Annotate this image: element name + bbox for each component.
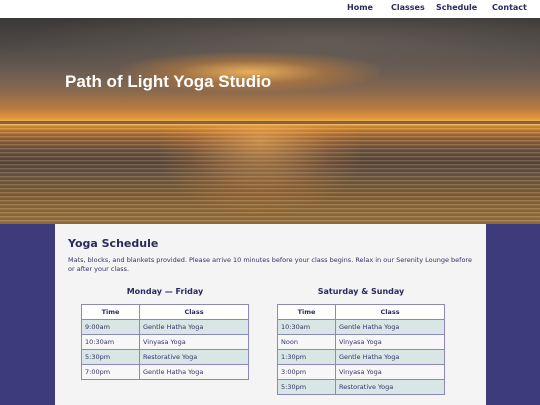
weekday-title: Monday — Friday	[126, 287, 204, 296]
weekday-schedule-table: Time Class 9:00am Gentle Hatha Yoga 10:3…	[81, 304, 249, 380]
top-nav: Home Classes Schedule Contact	[0, 0, 540, 18]
time-cell: 10:30am	[81, 334, 140, 350]
time-cell: 5:30pm	[277, 379, 336, 395]
class-cell: Gentle Hatha Yoga	[139, 319, 249, 335]
time-cell: 10:30am	[277, 319, 336, 335]
class-cell: Vinyasa Yoga	[139, 334, 249, 350]
table-row: 10:30am Gentle Hatha Yoga	[277, 319, 445, 335]
time-cell: 9:00am	[81, 319, 140, 335]
table-row: 7:00pm Gentle Hatha Yoga	[81, 364, 249, 380]
time-cell: 3:00pm	[277, 364, 336, 380]
nav-classes-link[interactable]: Classes	[391, 3, 425, 12]
nav-schedule-link[interactable]: Schedule	[436, 3, 477, 12]
col-time-header: Time	[277, 304, 336, 320]
intro-text: Mats, blocks, and blankets provided. Ple…	[68, 256, 472, 273]
weekend-schedule-table: Time Class 10:30am Gentle Hatha Yoga Noo…	[277, 304, 445, 395]
time-cell: 7:00pm	[81, 364, 140, 380]
table-row: 1:30pm Gentle Hatha Yoga	[277, 349, 445, 365]
table-row: 3:00pm Vinyasa Yoga	[277, 364, 445, 380]
nav-home-link[interactable]: Home	[347, 3, 373, 12]
time-cell: Noon	[277, 334, 336, 350]
time-cell: 5:30pm	[81, 349, 140, 365]
class-cell: Vinyasa Yoga	[335, 364, 445, 380]
nav-contact-link[interactable]: Contact	[492, 3, 527, 12]
site-title: Path of Light Yoga Studio	[65, 72, 272, 91]
class-cell: Restorative Yoga	[139, 349, 249, 365]
table-row: 9:00am Gentle Hatha Yoga	[81, 319, 249, 335]
col-time-header: Time	[81, 304, 140, 320]
hero-reflection	[160, 124, 360, 214]
weekend-title: Saturday & Sunday	[317, 287, 405, 296]
table-header-row: Time Class	[277, 304, 445, 320]
table-row: 5:30pm Restorative Yoga	[277, 379, 445, 395]
table-row: 5:30pm Restorative Yoga	[81, 349, 249, 365]
table-header-row: Time Class	[81, 304, 249, 320]
class-cell: Gentle Hatha Yoga	[335, 349, 445, 365]
time-cell: 1:30pm	[277, 349, 336, 365]
hero-banner: Path of Light Yoga Studio	[0, 18, 540, 224]
class-cell: Restorative Yoga	[335, 379, 445, 395]
col-class-header: Class	[139, 304, 249, 320]
col-class-header: Class	[335, 304, 445, 320]
table-row: 10:30am Vinyasa Yoga	[81, 334, 249, 350]
class-cell: Vinyasa Yoga	[335, 334, 445, 350]
page-heading: Yoga Schedule	[68, 237, 159, 250]
class-cell: Gentle Hatha Yoga	[335, 319, 445, 335]
class-cell: Gentle Hatha Yoga	[139, 364, 249, 380]
main-content: Yoga Schedule Mats, blocks, and blankets…	[55, 224, 486, 405]
table-row: Noon Vinyasa Yoga	[277, 334, 445, 350]
